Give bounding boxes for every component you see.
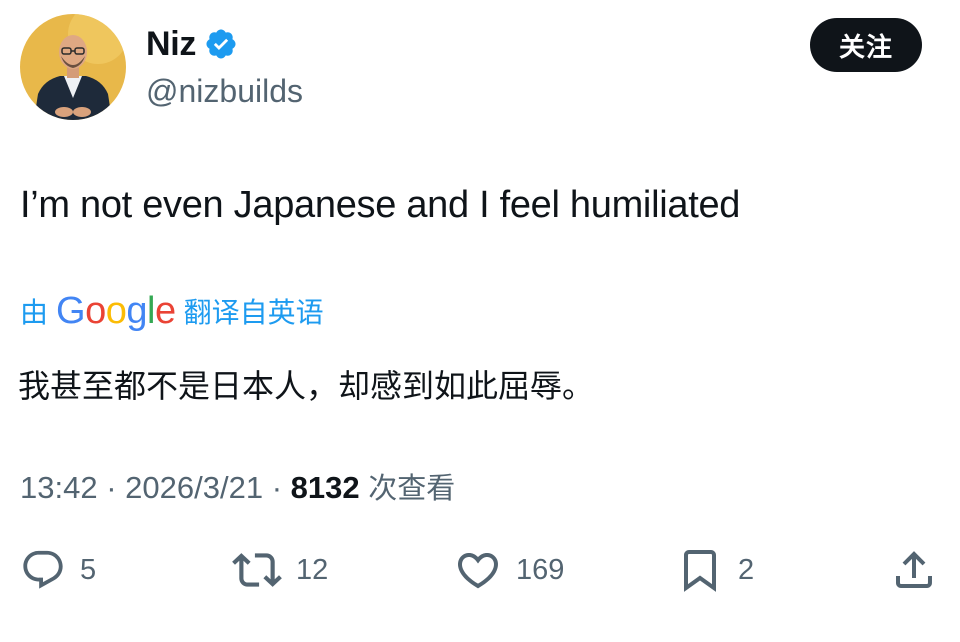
retweet-icon: [232, 553, 282, 587]
meta-separator: ·: [271, 470, 283, 505]
reply-icon: [23, 550, 63, 589]
tweet-text: I’m not even Japanese and I feel humilia…: [20, 184, 741, 226]
meta-separator: ·: [106, 470, 117, 505]
verified-badge-icon: [206, 29, 236, 59]
display-name[interactable]: Niz: [146, 22, 196, 66]
tweet-date[interactable]: 2026/3/21: [125, 470, 263, 505]
user-handle[interactable]: @nizbuilds: [146, 70, 303, 112]
bookmark-count: 2: [738, 553, 755, 586]
translated-text: 我甚至都不是日本人，却感到如此屈辱。: [18, 367, 595, 405]
bookmark-button[interactable]: 2: [676, 544, 754, 596]
share-icon: [896, 551, 932, 588]
google-logo: Google: [56, 289, 176, 332]
tweet-meta: 13:42 · 2026/3/21 · 8132 次查看: [20, 466, 455, 510]
like-button[interactable]: 169: [454, 544, 564, 596]
like-count: 169: [516, 553, 565, 586]
retweet-count: 12: [296, 553, 329, 586]
share-button[interactable]: [890, 544, 952, 596]
heart-icon: [457, 553, 499, 589]
reply-count: 5: [80, 553, 97, 586]
avatar[interactable]: [20, 14, 126, 120]
retweet-button[interactable]: 12: [232, 544, 328, 596]
reply-button[interactable]: 5: [20, 544, 96, 596]
views-label: 次查看: [368, 471, 456, 505]
tweet-time[interactable]: 13:42: [20, 470, 98, 505]
avatar-image: [20, 14, 126, 120]
follow-button[interactable]: 关注: [810, 18, 922, 72]
translation-suffix: 翻译自英语: [183, 296, 324, 329]
translation-attribution[interactable]: 由 Google 翻译自英语: [20, 288, 324, 334]
translation-prefix: 由: [20, 296, 49, 329]
bookmark-icon: [684, 550, 716, 592]
views-count: 8132: [290, 470, 360, 505]
